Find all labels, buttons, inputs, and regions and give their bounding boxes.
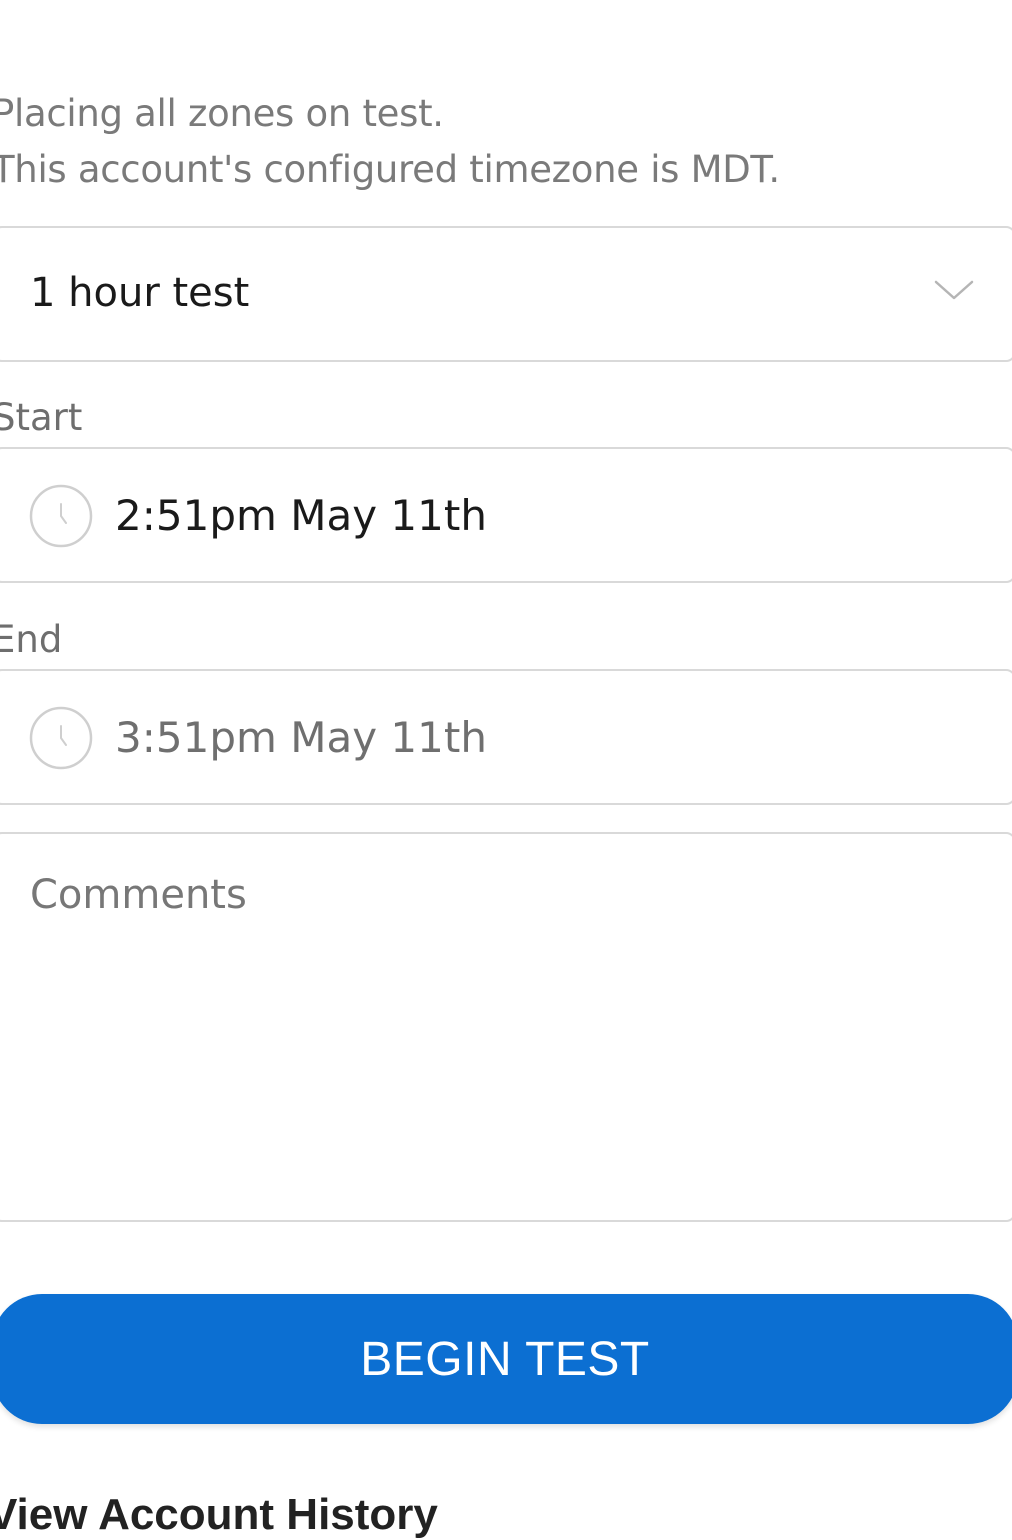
comments-textarea[interactable] bbox=[0, 832, 1012, 1222]
start-time-value: 2:51pm May 11th bbox=[115, 491, 487, 540]
test-duration-value: 1 hour test bbox=[30, 270, 250, 316]
chevron-down-icon bbox=[934, 280, 974, 300]
start-label: Start bbox=[0, 396, 83, 439]
end-label: End bbox=[0, 618, 63, 661]
intro-text-zones: Placing all zones on test. bbox=[0, 92, 444, 135]
intro-text-timezone: This account's configured timezone is MD… bbox=[0, 148, 780, 191]
begin-test-button[interactable]: BEGIN TEST bbox=[0, 1294, 1012, 1424]
end-time-field[interactable]: 3:51pm May 11th bbox=[0, 669, 1012, 805]
clock-icon bbox=[29, 706, 93, 770]
clock-icon bbox=[29, 484, 93, 548]
view-account-history-link[interactable]: View Account History bbox=[0, 1490, 438, 1540]
test-duration-select[interactable]: 1 hour test bbox=[0, 226, 1012, 362]
start-time-field[interactable]: 2:51pm May 11th bbox=[0, 447, 1012, 583]
test-setup-page: Placing all zones on test. This account'… bbox=[0, 0, 1012, 1539]
end-time-value: 3:51pm May 11th bbox=[115, 713, 487, 762]
